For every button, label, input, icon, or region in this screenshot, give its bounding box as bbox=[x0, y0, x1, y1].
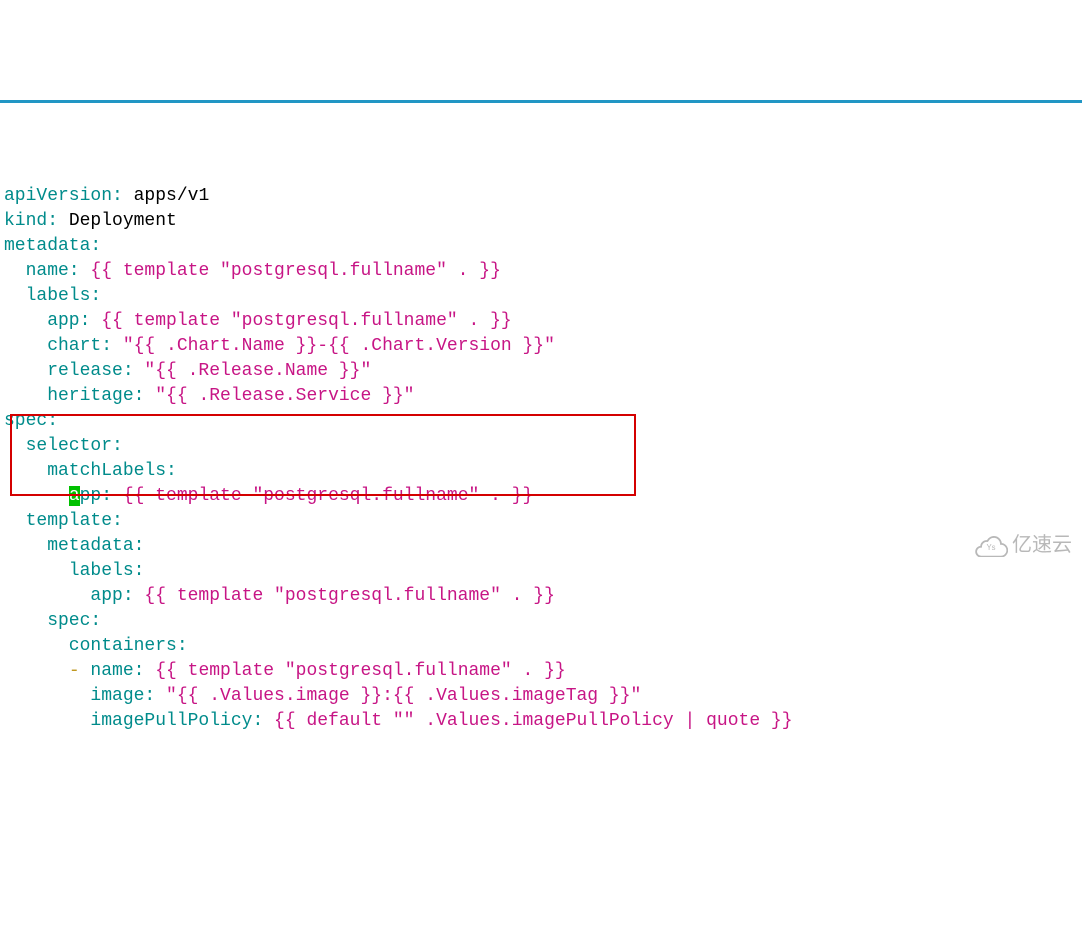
yaml-key: labels: bbox=[4, 561, 144, 581]
template-expr: {{ template "postgresql.fullname" . }} bbox=[144, 661, 565, 681]
yaml-key: metadata: bbox=[4, 536, 144, 556]
top-accent-bar bbox=[0, 100, 1082, 103]
yaml-value: Deployment bbox=[58, 211, 177, 231]
yaml-key: name: bbox=[80, 661, 145, 681]
yaml-key: imagePullPolicy: bbox=[4, 711, 263, 731]
yaml-key: labels: bbox=[4, 286, 101, 306]
yaml-key: kind: bbox=[4, 211, 58, 231]
yaml-key: app: bbox=[4, 311, 90, 331]
yaml-key: chart: bbox=[4, 336, 112, 356]
watermark: Ys 亿速云 bbox=[974, 533, 1072, 558]
cursor-char: a bbox=[69, 486, 80, 506]
yaml-string: "{{ .Chart.Name }}-{{ .Chart.Version }}" bbox=[112, 336, 555, 356]
indent bbox=[4, 486, 69, 506]
yaml-key: heritage: bbox=[4, 386, 144, 406]
list-dash: - bbox=[69, 661, 80, 681]
yaml-key: spec: bbox=[4, 411, 58, 431]
yaml-key: spec: bbox=[4, 611, 101, 631]
yaml-key: image: bbox=[4, 686, 155, 706]
template-expr: {{ template "postgresql.fullname" . }} bbox=[90, 311, 511, 331]
yaml-string: "{{ .Release.Service }}" bbox=[144, 386, 414, 406]
yaml-value: apps/v1 bbox=[123, 186, 209, 206]
yaml-key: release: bbox=[4, 361, 134, 381]
template-expr: {{ default "" .Values.imagePullPolicy | … bbox=[263, 711, 792, 731]
yaml-key: metadata: bbox=[4, 236, 101, 256]
yaml-string: "{{ .Values.image }}:{{ .Values.imageTag… bbox=[155, 686, 641, 706]
yaml-key: template: bbox=[4, 511, 123, 531]
yaml-key: app: bbox=[4, 586, 134, 606]
template-expr: {{ template "postgresql.fullname" . }} bbox=[80, 261, 501, 281]
yaml-key: pp: bbox=[80, 486, 112, 506]
template-expr: {{ template "postgresql.fullname" . }} bbox=[134, 586, 555, 606]
yaml-key: containers: bbox=[4, 636, 188, 656]
yaml-key: matchLabels: bbox=[4, 461, 177, 481]
indent bbox=[4, 661, 69, 681]
template-expr: {{ template "postgresql.fullname" . }} bbox=[112, 486, 533, 506]
watermark-text: 亿速云 bbox=[1012, 533, 1072, 558]
yaml-key: apiVersion: bbox=[4, 186, 123, 206]
svg-text:Ys: Ys bbox=[986, 543, 995, 552]
cloud-icon: Ys bbox=[974, 535, 1008, 557]
yaml-code-block: apiVersion: apps/v1 kind: Deployment met… bbox=[0, 153, 1082, 759]
yaml-key: name: bbox=[4, 261, 80, 281]
yaml-string: "{{ .Release.Name }}" bbox=[134, 361, 372, 381]
yaml-key: selector: bbox=[4, 436, 123, 456]
